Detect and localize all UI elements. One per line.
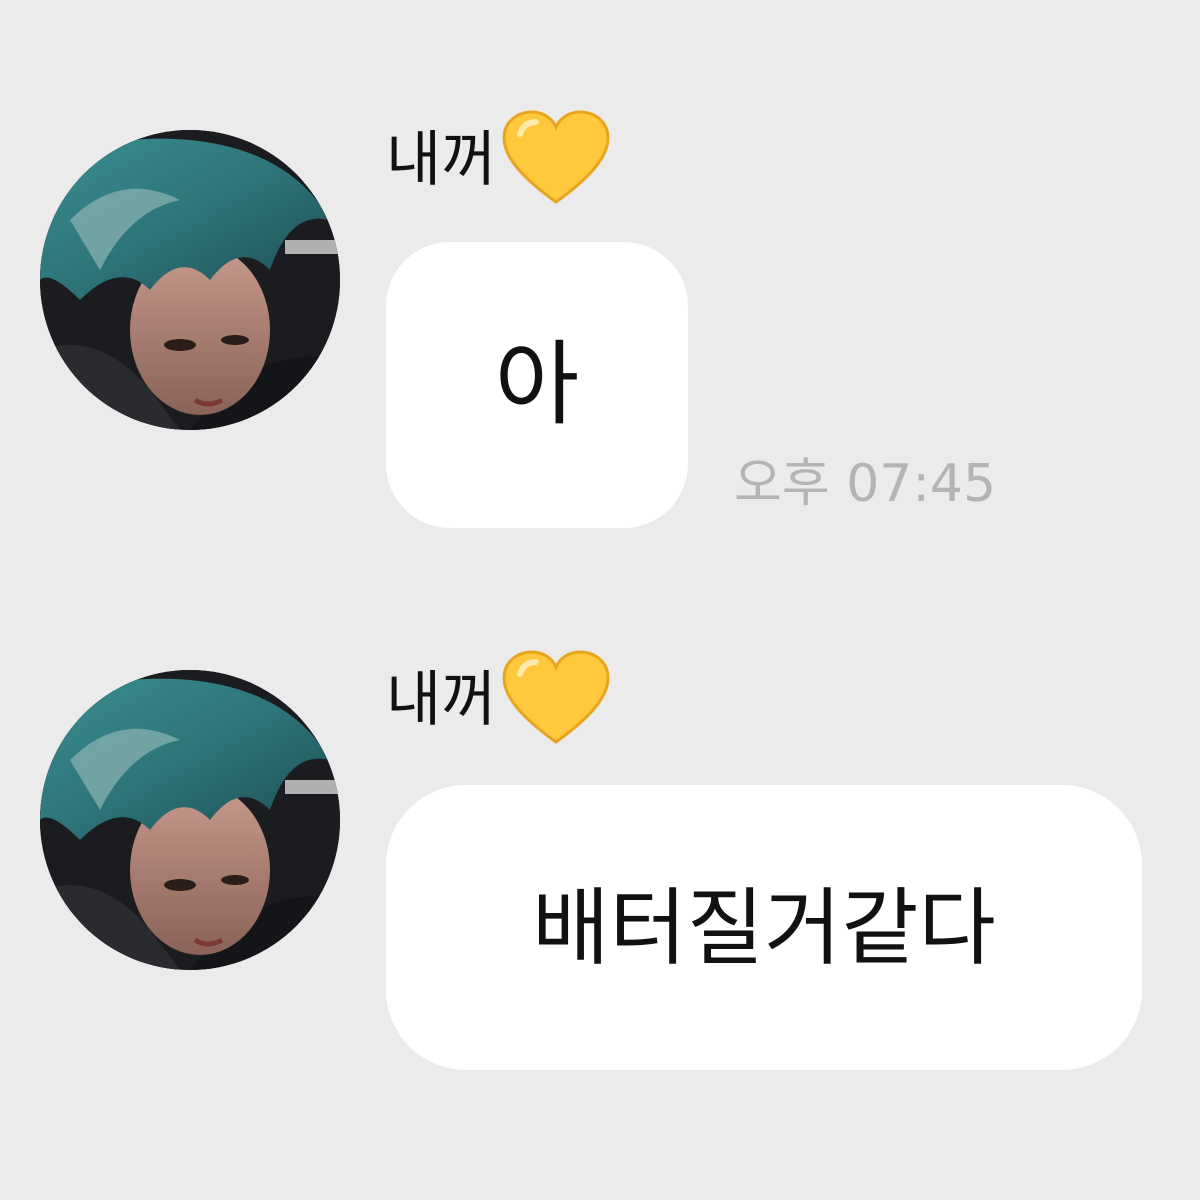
avatar[interactable] [40, 670, 340, 970]
message-bubble[interactable]: 아 [386, 242, 688, 528]
avatar-photo [40, 130, 340, 430]
avatar-photo [40, 670, 340, 970]
sender-name: 내꺼 [386, 665, 497, 735]
message-group: 내꺼 아 오후 07:45 [0, 0, 1200, 600]
message-text: 배터질거같다 [532, 878, 996, 977]
message-timestamp: 오후 07:45 [734, 454, 997, 514]
sender-name-row: 내꺼 [386, 650, 612, 750]
avatar[interactable] [40, 130, 340, 430]
yellow-heart-icon [502, 650, 610, 744]
message-group: 내꺼 배터질거같다 [0, 600, 1200, 1200]
yellow-heart-icon [502, 110, 610, 204]
message-text: 아 [494, 331, 580, 438]
message-bubble[interactable]: 배터질거같다 [386, 785, 1142, 1070]
sender-name: 내꺼 [386, 125, 497, 195]
sender-name-row: 내꺼 [386, 110, 612, 210]
